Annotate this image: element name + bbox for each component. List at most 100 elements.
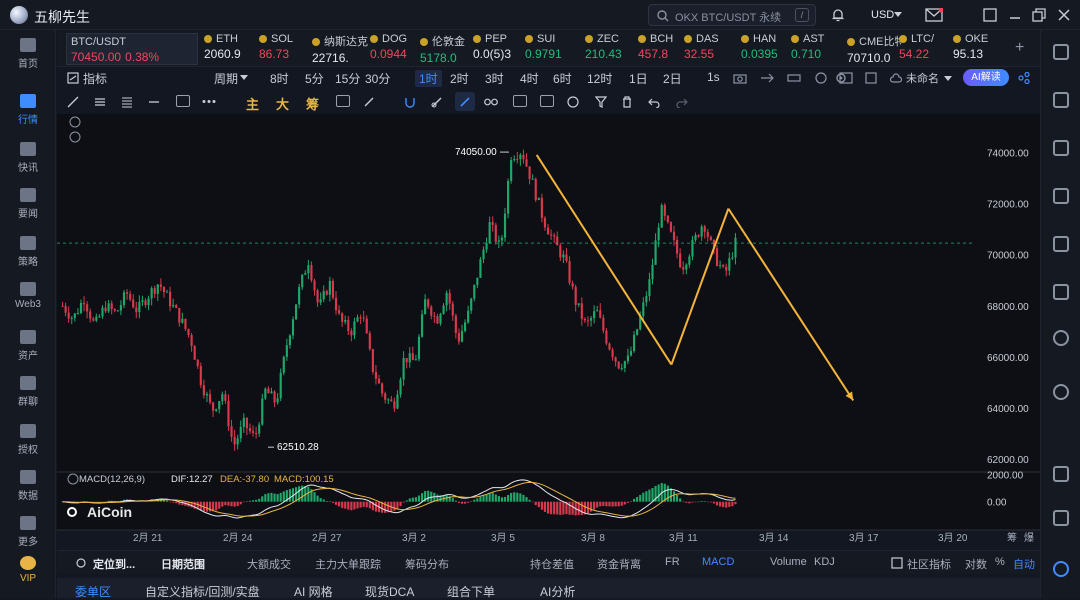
refresh-icon[interactable] xyxy=(1053,384,1069,400)
chart-icon[interactable] xyxy=(1053,188,1069,204)
target-icon[interactable] xyxy=(567,96,579,108)
ticker-14[interactable]: LTC/54.22 xyxy=(899,33,949,65)
edit-icon[interactable] xyxy=(540,95,554,107)
image-icon[interactable] xyxy=(1053,236,1069,252)
footer-tab-5[interactable]: AI分析 xyxy=(540,583,575,600)
wallet-icon[interactable] xyxy=(1053,284,1069,300)
more-dots-icon[interactable] xyxy=(202,99,218,104)
timeframe-0[interactable]: 8时 xyxy=(270,70,289,87)
ticker-9[interactable]: BCH 457.8 xyxy=(638,33,682,65)
search-input[interactable]: OKX BTC/USDT 永续 / xyxy=(648,4,816,26)
fullscreen-icon[interactable] xyxy=(983,8,997,22)
add-ticker-button[interactable]: + xyxy=(1015,39,1024,57)
gear-icon[interactable] xyxy=(835,72,847,84)
document-icon[interactable] xyxy=(1053,92,1069,108)
hline-icon[interactable] xyxy=(148,96,160,108)
ticker-1[interactable]: ETH 2060.9 xyxy=(204,33,258,65)
timeframe-7[interactable]: 4时 xyxy=(520,70,539,87)
indicator-tab-10[interactable]: KDJ xyxy=(814,556,835,568)
filter-icon[interactable] xyxy=(595,96,607,108)
camera-icon[interactable] xyxy=(733,72,747,84)
nav-item-10[interactable]: 更多 xyxy=(0,516,56,548)
hexagon-icon[interactable] xyxy=(1053,330,1069,346)
ticker-13[interactable]: CME比特 70710.0 xyxy=(847,33,901,65)
big-order-label[interactable]: 大 xyxy=(276,94,289,113)
footer-tab-3[interactable]: 现货DCA xyxy=(365,583,414,600)
ticker-12[interactable]: AST 0.710 xyxy=(791,33,839,65)
eraser-icon[interactable] xyxy=(363,96,375,108)
indicator-tab-4[interactable]: 筹码分布 xyxy=(405,556,449,572)
ticker-8[interactable]: ZEC 210.43 xyxy=(585,33,635,65)
hlines-icon[interactable] xyxy=(94,96,106,108)
alarm-icon[interactable] xyxy=(814,72,828,84)
indicator-tab-12[interactable]: 对数 xyxy=(965,556,987,572)
glasses-icon[interactable] xyxy=(484,97,498,107)
footer-tab-0[interactable]: 委单区 xyxy=(75,583,111,600)
ticker-2[interactable]: SOL 86.73 xyxy=(259,33,313,65)
timeframe-11[interactable]: 2日 xyxy=(663,70,682,87)
timeframe-4[interactable]: 1时 xyxy=(415,70,442,87)
ticker-6[interactable]: PEP 0.0(5)3 xyxy=(473,33,525,65)
price-chart[interactable]: 74000.00 72000.00 70000.00 68000.00 66000.00… xyxy=(57,114,1040,550)
ticker-3[interactable]: 纳斯达克 22716. xyxy=(312,33,370,65)
magnet-icon[interactable] xyxy=(404,96,416,108)
indicator-tab-11[interactable]: 社区指标 xyxy=(907,556,951,572)
nav-item-1[interactable]: 行情 xyxy=(0,94,56,126)
ruler-icon[interactable] xyxy=(787,72,801,84)
footer-tab-1[interactable]: 自定义指标/回测/实盘 xyxy=(145,583,260,600)
timeframe-12[interactable]: 1s xyxy=(707,70,720,84)
indicator-tab-3[interactable]: 主力大单跟踪 xyxy=(315,556,381,572)
trash-icon[interactable] xyxy=(621,96,633,108)
indicator-tab-8[interactable]: MACD xyxy=(702,556,734,568)
nav-item-4[interactable]: 策略 xyxy=(0,236,56,268)
trendline-icon[interactable] xyxy=(67,96,79,108)
layout-icon[interactable] xyxy=(1053,44,1069,60)
indicator-tab-9[interactable]: Volume xyxy=(770,556,807,568)
nav-item-0[interactable]: 首页 xyxy=(0,38,56,70)
nav-item-8[interactable]: 授权 xyxy=(0,424,56,456)
bell-icon[interactable] xyxy=(831,8,845,22)
redo-icon[interactable] xyxy=(676,96,688,108)
close-icon[interactable] xyxy=(1057,8,1071,22)
nav-item-11[interactable]: VIP xyxy=(0,556,56,584)
ticker-0[interactable]: BTC/USDT 70450.00 0.38% xyxy=(66,33,198,65)
scan-icon[interactable] xyxy=(865,72,877,84)
timeframe-5[interactable]: 2时 xyxy=(450,70,469,87)
indicator-tab-14[interactable]: 自动 xyxy=(1013,556,1035,572)
timeframe-10[interactable]: 1日 xyxy=(629,70,648,87)
undo-icon[interactable] xyxy=(648,96,660,108)
indicator-tab-5[interactable]: 持仓差值 xyxy=(530,556,574,572)
list-icon[interactable] xyxy=(1053,510,1069,526)
compare-icon[interactable] xyxy=(760,72,774,84)
rectangle-icon[interactable] xyxy=(176,95,190,107)
ticker-5[interactable]: 伦敦金 5178.0 xyxy=(420,33,474,65)
lock-icon[interactable] xyxy=(513,95,527,107)
support-icon[interactable] xyxy=(1053,561,1069,577)
indicator-tab-2[interactable]: 大额成交 xyxy=(247,556,291,572)
ticker-11[interactable]: HAN 0.0395 xyxy=(741,33,791,65)
timeframe-9[interactable]: 12时 xyxy=(587,70,612,87)
nav-item-9[interactable]: 数据 xyxy=(0,470,56,502)
indicator-tab-7[interactable]: FR xyxy=(665,556,680,568)
ticker-10[interactable]: DAS 32.55 xyxy=(684,33,740,65)
calendar-icon[interactable] xyxy=(1053,140,1069,156)
nav-item-6[interactable]: 资产 xyxy=(0,330,56,362)
chips-label[interactable]: 筹 xyxy=(306,94,319,113)
ticker-15[interactable]: OKE 95.13 xyxy=(953,33,1003,65)
timeframe-8[interactable]: 6时 xyxy=(553,70,572,87)
currency-select[interactable]: USD xyxy=(871,9,894,21)
footer-tab-2[interactable]: AI 网格 xyxy=(294,583,333,600)
footer-tab-4[interactable]: 组合下单 xyxy=(447,583,495,600)
layers-icon[interactable] xyxy=(336,95,350,107)
indicator-tab-0[interactable]: 定位到... xyxy=(93,556,135,572)
panel-icon[interactable] xyxy=(1053,466,1069,482)
nav-item-3[interactable]: 要闻 xyxy=(0,188,56,220)
nav-item-7[interactable]: 群聊 xyxy=(0,376,56,408)
nav-item-5[interactable]: Web3 xyxy=(0,282,56,310)
timeframe-3[interactable]: 30分 xyxy=(365,70,390,87)
link-icon[interactable] xyxy=(431,96,443,108)
ai-analysis-button[interactable]: AI解读 xyxy=(963,69,1009,86)
timeframe-6[interactable]: 3时 xyxy=(485,70,504,87)
indicator-button[interactable]: 指标 xyxy=(83,70,107,87)
timeframe-2[interactable]: 15分 xyxy=(335,70,360,87)
